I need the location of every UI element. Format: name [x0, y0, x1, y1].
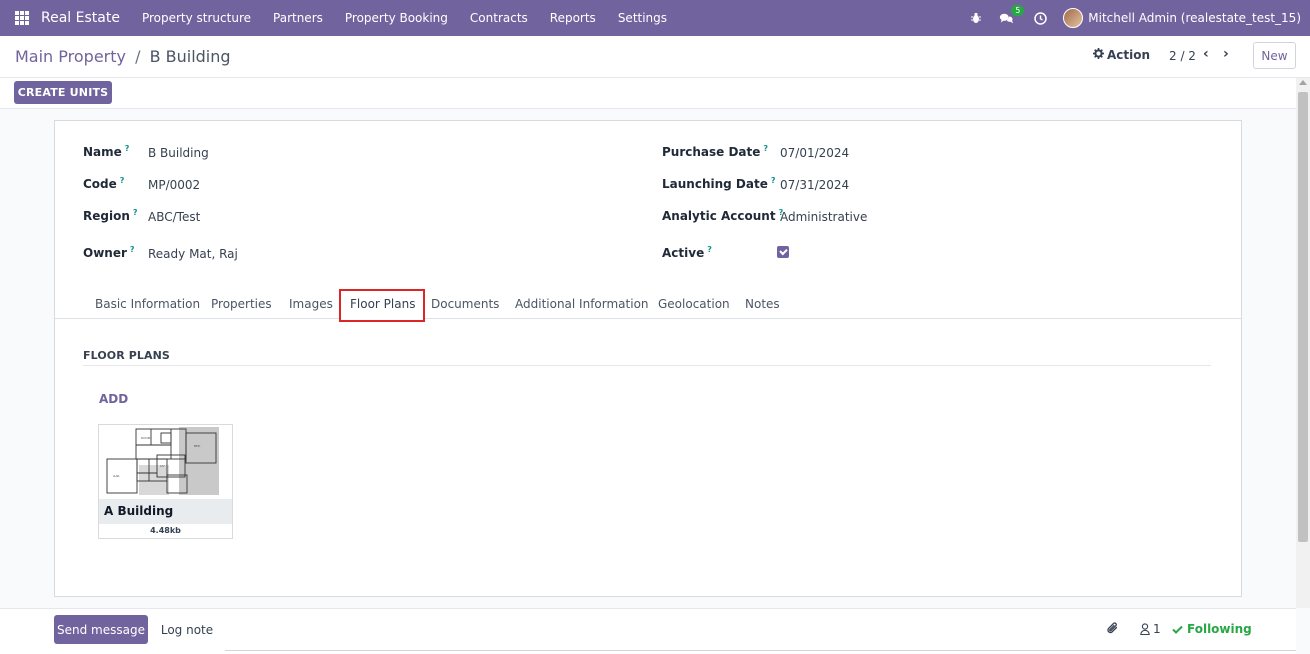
analytic-account-label: Analytic Account? — [662, 208, 784, 223]
tab-notes[interactable]: Notes — [745, 297, 780, 311]
code-field[interactable]: MP/0002 — [148, 178, 200, 192]
svg-text:BED: BED — [194, 444, 201, 448]
form-statusbar: CREATE UNITS — [0, 78, 1296, 109]
purchase-date-label: Purchase Date? — [662, 144, 769, 159]
app-brand[interactable]: Real Estate — [41, 10, 120, 26]
active-label: Active? — [662, 245, 712, 260]
tab-geolocation[interactable]: Geolocation — [658, 297, 730, 311]
pager-value[interactable]: 2 / 2 — [1169, 49, 1196, 63]
control-panel: Main Property / B Building Action 2 / 2 … — [0, 36, 1310, 78]
breadcrumb: Main Property / B Building — [15, 47, 231, 66]
floor-plan-size: 4.48kb — [150, 526, 181, 535]
tab-floor-plans[interactable]: Floor Plans — [350, 297, 415, 311]
action-button[interactable]: Action — [1093, 48, 1150, 62]
region-field[interactable]: ABC/Test — [148, 210, 200, 224]
tab-properties[interactable]: Properties — [211, 297, 272, 311]
scroll-up-arrow-icon[interactable] — [1299, 80, 1307, 85]
tab-images[interactable]: Images — [289, 297, 333, 311]
tab-documents[interactable]: Documents — [431, 297, 499, 311]
menu-property-structure[interactable]: Property structure — [131, 11, 262, 25]
svg-text:GAR: GAR — [113, 474, 119, 478]
svg-text:ROOM: ROOM — [141, 436, 151, 440]
apps-grid-icon[interactable] — [15, 11, 29, 25]
user-avatar[interactable] — [1063, 8, 1084, 28]
floor-plan-name: A Building — [104, 504, 174, 518]
pager-previous-icon[interactable]: ‹ — [1203, 46, 1209, 62]
followers-button[interactable]: 1 — [1140, 622, 1161, 636]
owner-label: Owner? — [83, 245, 135, 260]
pager-next-icon[interactable]: › — [1223, 46, 1229, 62]
following-label: Following — [1187, 622, 1252, 636]
scrollbar-thumb[interactable] — [1298, 92, 1308, 542]
chat-icon[interactable]: 5 — [999, 5, 1025, 25]
user-icon — [1140, 623, 1150, 635]
check-icon — [1172, 625, 1183, 634]
chatter-bar: Send message Log note 1 Following — [0, 608, 1296, 654]
floor-plan-thumbnail: ROOM BED GAR LIV — [99, 425, 232, 499]
section-divider — [83, 365, 1211, 366]
gear-icon — [1093, 48, 1104, 62]
menu-partners[interactable]: Partners — [262, 11, 334, 25]
code-label: Code? — [83, 176, 125, 191]
followers-count: 1 — [1153, 622, 1161, 636]
region-label: Region? — [83, 208, 138, 223]
floor-plans-section-title: FLOOR PLANS — [83, 349, 170, 362]
activity-clock-icon[interactable] — [1033, 11, 1047, 25]
breadcrumb-separator: / — [135, 47, 141, 66]
menu-reports[interactable]: Reports — [539, 11, 607, 25]
name-label: Name? — [83, 144, 130, 159]
paperclip-icon[interactable] — [1106, 621, 1120, 639]
messages-badge: 5 — [1011, 5, 1025, 16]
purchase-date-field[interactable]: 07/01/2024 — [780, 146, 849, 160]
action-label: Action — [1107, 48, 1151, 62]
analytic-account-field[interactable]: Administrative — [780, 210, 867, 224]
floor-plan-card[interactable]: ROOM BED GAR LIV A Building 4.48kb — [98, 424, 233, 539]
log-note-button[interactable]: Log note — [150, 615, 224, 644]
breadcrumb-current: B Building — [149, 47, 231, 66]
launching-date-label: Launching Date? — [662, 176, 776, 191]
menu-settings[interactable]: Settings — [607, 11, 678, 25]
top-navbar: Real Estate Property structure Partners … — [0, 0, 1310, 36]
add-floor-plan-button[interactable]: ADD — [99, 392, 128, 406]
user-menu[interactable]: Mitchell Admin (realestate_test_15) — [1088, 11, 1301, 25]
chatter-divider — [225, 650, 1296, 651]
name-field[interactable]: B Building — [148, 146, 209, 160]
new-button[interactable]: New — [1253, 42, 1296, 69]
create-units-button[interactable]: CREATE UNITS — [14, 81, 112, 104]
tab-divider — [55, 318, 1241, 319]
debug-bug-icon[interactable] — [969, 11, 983, 25]
active-checkbox[interactable] — [777, 246, 789, 258]
menu-contracts[interactable]: Contracts — [459, 11, 539, 25]
tab-additional-information[interactable]: Additional Information — [515, 297, 649, 311]
following-button[interactable]: Following — [1172, 622, 1252, 636]
send-message-button[interactable]: Send message — [54, 615, 148, 644]
menu-property-booking[interactable]: Property Booking — [334, 11, 459, 25]
breadcrumb-parent[interactable]: Main Property — [15, 47, 126, 66]
launching-date-field[interactable]: 07/31/2024 — [780, 178, 849, 192]
floor-plan-name-bar: A Building — [99, 499, 232, 524]
owner-field[interactable]: Ready Mat, Raj — [148, 247, 238, 261]
tab-basic-information[interactable]: Basic Information — [95, 297, 200, 311]
